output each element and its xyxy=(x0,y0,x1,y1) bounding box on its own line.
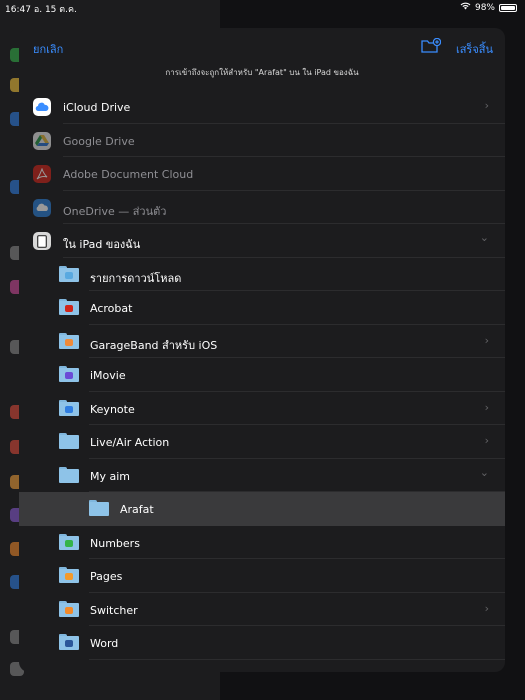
folder-row-garageband[interactable]: GarageBand สำหรับ iOS › xyxy=(19,325,505,359)
chevron-down-icon: ⌄ xyxy=(479,465,489,479)
folder-row-arafat[interactable]: Arafat xyxy=(19,492,505,526)
folder-label: Keynote xyxy=(90,402,135,416)
folder-label: รายการดาวน์โหลด xyxy=(90,271,182,285)
google-drive-icon xyxy=(33,131,51,150)
location-row-icloud-drive[interactable]: iCloud Drive › xyxy=(19,90,505,124)
folder-icon xyxy=(89,500,109,518)
status-time-date: 16:47 อ. 15 ต.ค. xyxy=(5,2,77,16)
folder-row-switcher[interactable]: Switcher › xyxy=(19,593,505,627)
folder-label: Word xyxy=(90,637,119,650)
sheet-nav-bar: ยกเลิก เสร็จสิ้น การเข้าถึงจะถูกให้สำหรั… xyxy=(19,28,505,90)
folder-row-live-air-action[interactable]: Live/Air Action › xyxy=(19,425,505,459)
folder-icon xyxy=(59,433,79,451)
folder-label: Arafat xyxy=(120,503,154,516)
chevron-right-icon: › xyxy=(484,601,489,615)
location-label: ใน iPad ของฉัน xyxy=(63,238,141,251)
onedrive-icon xyxy=(33,198,51,217)
switcher-folder-icon xyxy=(59,600,79,619)
folder-label: Acrobat xyxy=(90,302,133,315)
word-folder-icon xyxy=(59,634,79,652)
chevron-right-icon: › xyxy=(484,400,489,414)
location-row-google-drive: Google Drive xyxy=(19,124,505,158)
folder-row-imovie[interactable]: iMovie xyxy=(19,358,505,392)
status-date: อ. 15 ต.ค. xyxy=(33,5,77,15)
status-indicators: 98% xyxy=(460,2,517,13)
battery-icon xyxy=(499,3,517,12)
folder-row-acrobat[interactable]: Acrobat xyxy=(19,291,505,325)
folder-icon xyxy=(59,466,79,485)
new-folder-icon[interactable] xyxy=(421,37,442,53)
folder-row-pages[interactable]: Pages xyxy=(19,559,505,593)
folder-label: Switcher xyxy=(90,603,138,617)
ipad-icon xyxy=(33,232,51,250)
folder-label: My aim xyxy=(90,469,131,483)
keynote-folder-icon xyxy=(59,399,79,418)
access-subtitle: การเข้าถึงจะถูกให้สำหรับ "Arafat" บน ใน … xyxy=(165,68,359,77)
pages-folder-icon xyxy=(59,567,79,585)
chevron-down-icon: ⌄ xyxy=(479,231,489,244)
folder-label: iMovie xyxy=(90,369,126,382)
folder-row-numbers[interactable]: Numbers xyxy=(19,526,505,560)
location-picker-sheet: ยกเลิก เสร็จสิ้น การเข้าถึงจะถูกให้สำหรั… xyxy=(19,28,505,672)
acrobat-folder-icon xyxy=(59,299,79,317)
folder-row-word[interactable]: Word xyxy=(19,626,505,660)
downloads-folder-icon xyxy=(59,265,79,284)
cancel-button[interactable]: ยกเลิก xyxy=(33,40,63,58)
wifi-icon xyxy=(460,2,471,13)
location-row-onedrive: OneDrive — ส่วนตัว xyxy=(19,191,505,225)
folder-row-my-aim[interactable]: My aim ⌄ xyxy=(19,459,505,493)
folder-row-keynote[interactable]: Keynote › xyxy=(19,392,505,426)
chevron-right-icon: › xyxy=(484,434,489,447)
status-time: 16:47 xyxy=(5,5,31,15)
imovie-folder-icon xyxy=(59,366,79,384)
numbers-folder-icon xyxy=(59,533,79,552)
folder-label: Pages xyxy=(90,570,123,583)
folder-label: Numbers xyxy=(90,536,140,550)
location-row-adobe-document-cloud: Adobe Document Cloud xyxy=(19,157,505,191)
icloud-icon xyxy=(33,98,51,116)
battery-percent: 98% xyxy=(474,2,495,13)
status-bar: 16:47 อ. 15 ต.ค. 98% xyxy=(0,0,525,16)
location-row-on-my-ipad[interactable]: ใน iPad ของฉัน ⌄ xyxy=(19,224,505,258)
location-label: Adobe Document Cloud xyxy=(63,168,194,181)
folder-label: GarageBand สำหรับ iOS xyxy=(90,338,218,352)
location-label: OneDrive — ส่วนตัว xyxy=(63,204,167,218)
done-button[interactable]: เสร็จสิ้น xyxy=(456,40,493,58)
folder-row-downloads[interactable]: รายการดาวน์โหลด xyxy=(19,258,505,292)
location-label: Google Drive xyxy=(63,134,135,148)
chevron-right-icon: › xyxy=(484,333,489,347)
adobe-icon xyxy=(33,165,51,183)
folder-label: Live/Air Action xyxy=(90,436,170,449)
location-label: iCloud Drive xyxy=(63,101,131,114)
garageband-folder-icon xyxy=(59,332,79,351)
chevron-right-icon: › xyxy=(484,99,489,112)
